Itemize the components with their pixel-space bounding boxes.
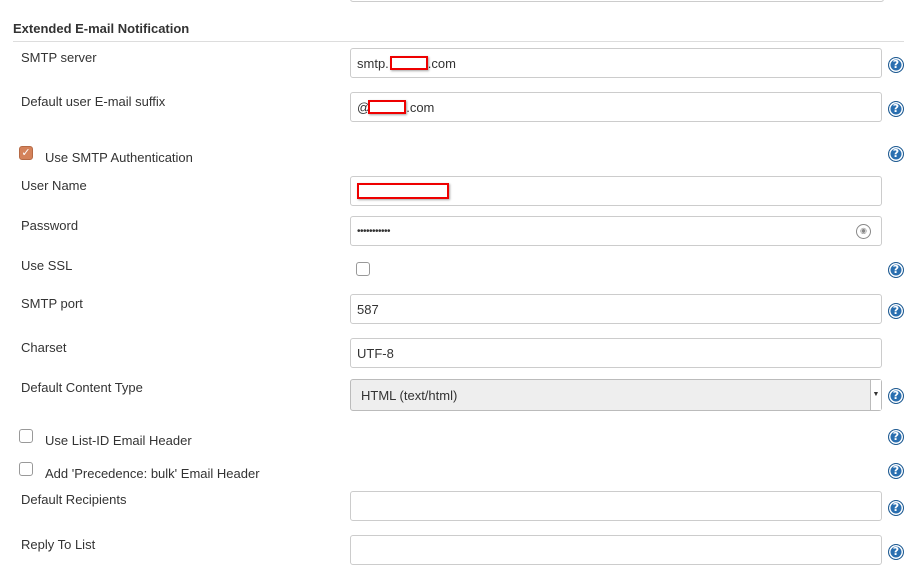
- charset-label: Charset: [21, 340, 67, 355]
- list-id-header-checkbox[interactable]: [19, 429, 33, 443]
- help-icon[interactable]: ?: [888, 101, 904, 117]
- precedence-header-label: Add 'Precedence: bulk' Email Header: [45, 466, 260, 481]
- charset-input[interactable]: UTF-8: [350, 338, 882, 368]
- smtp-server-label: SMTP server: [21, 50, 97, 65]
- reply-to-input[interactable]: [350, 535, 882, 565]
- reply-to-label: Reply To List: [21, 537, 96, 552]
- use-smtp-auth-label: Use SMTP Authentication: [45, 150, 193, 165]
- help-icon[interactable]: ?: [888, 500, 904, 516]
- show-password-icon[interactable]: ◉: [856, 224, 871, 239]
- password-input[interactable]: ••••••••••• ◉: [350, 216, 882, 246]
- help-icon[interactable]: ?: [888, 463, 904, 479]
- smtp-server-prefix: smtp.: [357, 55, 389, 71]
- smtp-server-suffix: .com: [427, 55, 456, 71]
- help-icon[interactable]: ?: [888, 544, 904, 560]
- help-icon[interactable]: ?: [888, 303, 904, 319]
- smtp-port-input[interactable]: 587: [350, 294, 882, 324]
- default-suffix-input[interactable]: @ .com: [350, 92, 882, 122]
- content-type-value: HTML (text/html): [361, 387, 458, 403]
- use-ssl-checkbox[interactable]: [356, 262, 370, 276]
- help-icon[interactable]: ?: [888, 388, 904, 404]
- section-title: Extended E-mail Notification: [13, 21, 190, 36]
- previous-field-input[interactable]: [350, 0, 884, 2]
- help-icon[interactable]: ?: [888, 146, 904, 162]
- default-recipients-input[interactable]: [350, 491, 882, 521]
- precedence-header-checkbox[interactable]: [19, 462, 33, 476]
- password-label: Password: [21, 218, 79, 233]
- password-value: •••••••••••: [357, 225, 391, 237]
- help-icon[interactable]: ?: [888, 262, 904, 278]
- content-type-select[interactable]: HTML (text/html) ▼: [350, 379, 882, 411]
- default-suffix-label: Default user E-mail suffix: [21, 94, 166, 109]
- redaction-mark: [357, 183, 449, 199]
- list-id-header-label: Use List-ID Email Header: [45, 433, 192, 448]
- smtp-port-value: 587: [357, 301, 379, 317]
- section-divider: [13, 41, 904, 42]
- default-suffix-suffix: .com: [406, 99, 435, 115]
- smtp-port-label: SMTP port: [21, 296, 83, 311]
- charset-value: UTF-8: [357, 345, 394, 361]
- smtp-server-input[interactable]: smtp. .com: [350, 48, 882, 78]
- dropdown-arrow-icon[interactable]: ▼: [870, 380, 881, 410]
- user-name-label: User Name: [21, 178, 87, 193]
- user-name-input[interactable]: [350, 176, 882, 206]
- use-ssl-label: Use SSL: [21, 258, 73, 273]
- content-type-label: Default Content Type: [21, 380, 143, 395]
- help-icon[interactable]: ?: [888, 429, 904, 445]
- default-recipients-label: Default Recipients: [21, 492, 127, 507]
- redaction-mark: [389, 56, 428, 70]
- help-icon[interactable]: ?: [888, 57, 904, 73]
- redaction-mark: [368, 100, 407, 114]
- use-smtp-auth-checkbox[interactable]: ✓: [19, 146, 33, 160]
